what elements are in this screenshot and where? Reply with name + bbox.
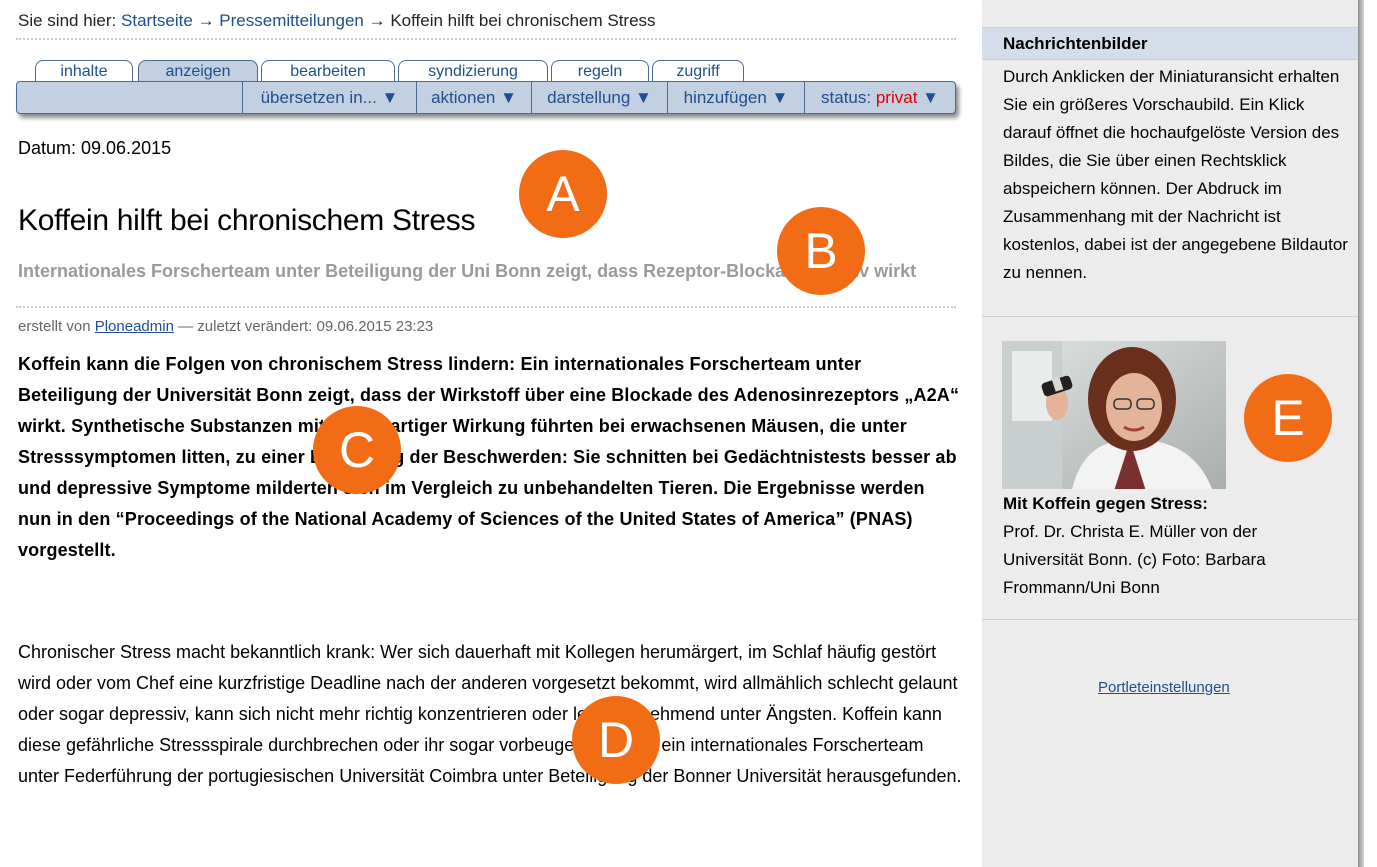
portrait-photo xyxy=(1002,341,1226,489)
breadcrumb-prefix: Sie sind hier: xyxy=(18,11,117,30)
divider xyxy=(982,316,1358,317)
tab-syndizierung[interactable]: syndizierung xyxy=(398,60,548,82)
chevron-down-icon: ▼ xyxy=(922,88,939,107)
byline-prefix: erstellt von xyxy=(18,318,91,335)
page-title: Koffein hilft bei chronischem Stress xyxy=(18,204,476,237)
breadcrumb-separator: → xyxy=(197,11,215,30)
content-actions-bar: übersetzen in... ▼ aktionen ▼ darstellun… xyxy=(16,81,956,114)
article-body: Chronischer Stress macht bekanntlich kra… xyxy=(18,642,962,786)
portlet-header: Nachrichtenbilder xyxy=(982,27,1358,60)
article-byline: erstellt von Ploneadmin — zuletzt veränd… xyxy=(18,318,433,335)
add-menu[interactable]: hinzufügen ▼ xyxy=(667,82,804,113)
annotation-badge-a: A xyxy=(519,150,607,238)
tab-bearbeiten[interactable]: bearbeiten xyxy=(261,60,395,82)
breadcrumb-link-startseite[interactable]: Startseite xyxy=(121,11,193,30)
translate-menu[interactable]: übersetzen in... ▼ xyxy=(242,82,416,113)
annotation-badge-d: D xyxy=(572,696,660,784)
byline-modified: — zuletzt verändert: 09.06.2015 23:23 xyxy=(178,318,434,335)
breadcrumb-separator: → xyxy=(368,11,386,30)
status-label: status: xyxy=(821,88,872,107)
display-menu[interactable]: darstellung ▼ xyxy=(531,82,667,113)
annotation-badge-b: B xyxy=(777,207,865,295)
breadcrumb-current: Koffein hilft bei chronischem Stress xyxy=(390,11,656,30)
article-lead: Koffein kann die Folgen von chronischem … xyxy=(18,354,960,560)
portlet-heading: Nachrichtenbilder xyxy=(1003,34,1148,53)
main-content: Sie sind hier: Startseite → Pressemittei… xyxy=(0,0,975,867)
portlet-description: Durch Anklicken der Miniaturansicht erha… xyxy=(1003,67,1348,282)
portlet-settings-link[interactable]: Portleteinstellungen xyxy=(1098,679,1230,696)
image-caption: Prof. Dr. Christa E. Müller von der Univ… xyxy=(1003,522,1266,597)
actions-menu[interactable]: aktionen ▼ xyxy=(416,82,531,113)
status-menu[interactable]: status: privat ▼ xyxy=(804,82,955,113)
tab-inhalte[interactable]: inhalte xyxy=(35,60,133,82)
divider xyxy=(16,306,956,308)
divider xyxy=(982,619,1358,620)
news-image-thumbnail[interactable] xyxy=(1002,341,1226,489)
annotation-badge-c: C xyxy=(313,406,401,494)
tab-anzeigen[interactable]: anzeigen xyxy=(138,60,258,82)
status-value: privat xyxy=(875,88,918,107)
divider xyxy=(16,38,956,40)
breadcrumb-link-pressemitteilungen[interactable]: Pressemitteilungen xyxy=(219,11,364,30)
annotation-badge-e: E xyxy=(1244,374,1332,462)
tab-zugriff[interactable]: zugriff xyxy=(652,60,744,82)
article-date: Datum: 09.06.2015 xyxy=(18,138,172,158)
breadcrumb: Sie sind hier: Startseite → Pressemittei… xyxy=(18,11,656,31)
tab-regeln[interactable]: regeln xyxy=(551,60,649,82)
page-margin xyxy=(1364,0,1377,867)
author-link[interactable]: Ploneadmin xyxy=(95,318,174,335)
image-caption-title: Mit Koffein gegen Stress: xyxy=(1003,494,1208,513)
